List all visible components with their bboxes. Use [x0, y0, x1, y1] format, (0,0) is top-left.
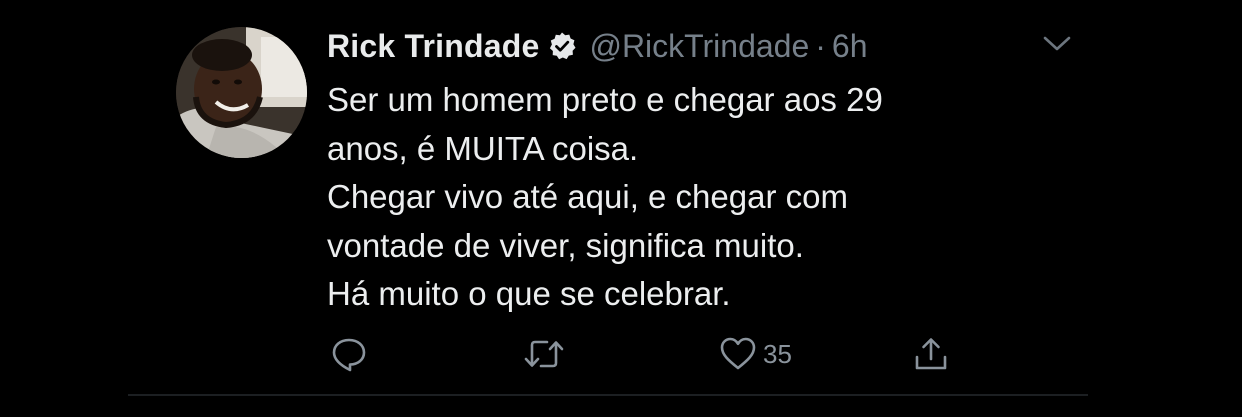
reply-button[interactable] [330, 332, 368, 376]
tweet-text-line: vontade de viver, significa muito. [327, 226, 804, 264]
share-button[interactable] [912, 332, 950, 376]
tweet-text-line: Chegar vivo até aqui, e chegar com [327, 178, 848, 215]
verified-badge-icon [547, 31, 577, 61]
tweet-text: Ser um homem preto e chegar aos 29 anos,… [327, 76, 1107, 319]
heart-icon [720, 337, 756, 370]
tweet[interactable]: Rick Trindade @RickTrindade · 6h Ser um … [0, 0, 1242, 417]
user-handle[interactable]: @RickTrindade [589, 28, 809, 65]
tweet-text-line: anos, é MUITA coisa. [327, 129, 639, 167]
meta-separator: · [815, 27, 826, 64]
tweet-text-line: Ser um homem preto e chegar aos 29 [327, 81, 883, 118]
retweet-icon [524, 340, 564, 368]
chevron-down-icon[interactable] [1040, 30, 1074, 58]
display-name[interactable]: Rick Trindade [327, 28, 539, 65]
like-button[interactable]: 35 [719, 332, 792, 376]
avatar[interactable] [176, 27, 307, 158]
tweet-header: Rick Trindade @RickTrindade · 6h [327, 26, 868, 66]
tweet-text-line: Há muito o que se celebrar. [327, 275, 731, 312]
share-icon [915, 338, 947, 370]
like-count: 35 [763, 338, 792, 369]
retweet-button[interactable] [523, 332, 565, 376]
tweet-actions: 35 [0, 332, 1242, 376]
avatar-photo [176, 27, 307, 158]
timestamp[interactable]: 6h [832, 28, 868, 65]
reply-icon [332, 338, 366, 372]
tweet-divider [128, 394, 1088, 396]
